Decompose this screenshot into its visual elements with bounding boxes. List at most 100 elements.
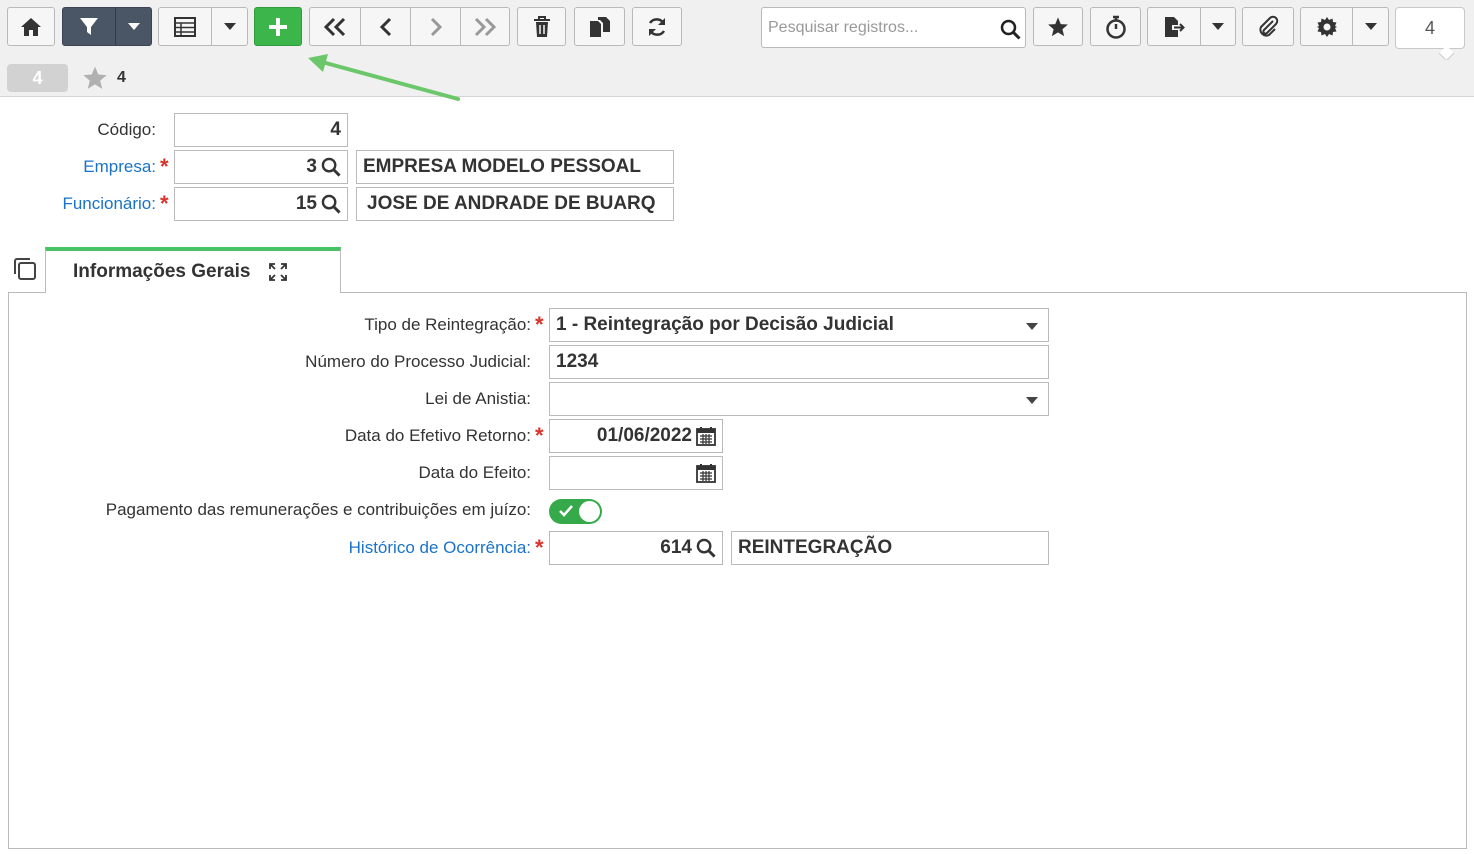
filter-icon: [80, 17, 98, 35]
gear-icon: [1316, 16, 1337, 37]
codigo-label: Código:: [97, 120, 156, 139]
tabs-menu-icon[interactable]: [13, 257, 37, 281]
export-button[interactable]: [1148, 8, 1200, 45]
favorite-label: 4: [117, 69, 126, 86]
numero-processo-label: Número do Processo Judicial:: [305, 352, 531, 371]
empresa-code-field[interactable]: 3: [174, 150, 348, 184]
grid-view-button[interactable]: [159, 8, 211, 45]
stopwatch-icon: [1105, 15, 1126, 39]
attach-button[interactable]: [1242, 7, 1294, 46]
settings-button-group: [1300, 7, 1389, 46]
data-retorno-label: Data do Efetivo Retorno:: [344, 426, 531, 445]
table-icon: [174, 16, 196, 37]
historico-label[interactable]: Histórico de Ocorrência:: [60, 538, 531, 558]
filter-dropdown-button[interactable]: [116, 8, 151, 45]
favorite-record[interactable]: 4: [82, 64, 126, 92]
caret-down-icon: [223, 22, 236, 30]
lei-anistia-select[interactable]: [549, 382, 1049, 416]
calendar-icon[interactable]: [696, 426, 716, 446]
toolbar: 4: [0, 0, 1474, 62]
required-marker: *: [535, 312, 544, 337]
favorite-button[interactable]: [1033, 7, 1083, 46]
tipo-reintegracao-value: 1 - Reintegração por Decisão Judicial: [556, 314, 894, 335]
pagamento-label: Pagamento das remunerações e contribuiçõ…: [105, 500, 531, 519]
delete-button[interactable]: [517, 7, 566, 46]
caret-down-icon: [1212, 22, 1224, 30]
next-record-button[interactable]: [411, 8, 460, 45]
funcionario-description: JOSE DE ANDRADE DE BUARQ: [356, 187, 674, 221]
first-record-button[interactable]: [310, 8, 360, 45]
last-record-button[interactable]: [461, 8, 509, 45]
export-icon: [1165, 16, 1185, 37]
historico-description-text: REINTEGRAÇÃO: [738, 537, 893, 558]
codigo-field[interactable]: 4: [174, 113, 348, 147]
search-icon[interactable]: [1000, 19, 1021, 40]
tipo-reintegracao-select[interactable]: 1 - Reintegração por Decisão Judicial: [549, 308, 1049, 342]
grid-dropdown-button[interactable]: [212, 8, 247, 45]
historico-code-field[interactable]: 614: [549, 531, 723, 565]
empresa-description-text: EMPRESA MODELO PESSOAL: [363, 156, 641, 177]
historico-description: REINTEGRAÇÃO: [731, 531, 1049, 565]
funcionario-label[interactable]: Funcionário:: [20, 194, 156, 214]
check-icon: [559, 505, 573, 517]
plus-icon: [269, 17, 287, 36]
required-marker: *: [160, 154, 169, 179]
trash-icon: [533, 15, 550, 37]
caret-down-icon: [127, 22, 140, 30]
previous-record-button[interactable]: [361, 8, 410, 45]
historico-code: 614: [660, 537, 692, 558]
data-efeito-label: Data do Efeito:: [418, 463, 531, 482]
empresa-code: 3: [306, 156, 317, 177]
lei-anistia-label: Lei de Anistia:: [425, 389, 531, 408]
search-input[interactable]: [768, 8, 993, 47]
grid-button-group: [158, 7, 248, 46]
tab-label: Informações Gerais: [73, 261, 251, 282]
refresh-button[interactable]: [632, 7, 682, 46]
search-icon[interactable]: [321, 157, 341, 177]
data-retorno-input[interactable]: 01/06/2022: [549, 419, 723, 453]
copy-icon: [589, 16, 610, 37]
star-icon: [83, 66, 107, 89]
data-efeito-input[interactable]: [549, 456, 723, 490]
chevron-left-icon: [379, 17, 391, 36]
toggle-knob: [579, 501, 600, 522]
export-dropdown-button[interactable]: [1201, 8, 1235, 45]
filter-button[interactable]: [63, 8, 115, 45]
required-marker: *: [535, 423, 544, 448]
home-button[interactable]: [7, 7, 55, 46]
chevron-right-icon: [430, 17, 442, 36]
numero-processo-value: 1234: [556, 351, 599, 372]
settings-dropdown-button[interactable]: [1353, 8, 1388, 45]
calendar-icon[interactable]: [696, 463, 716, 483]
record-tab-bar: [0, 60, 1474, 97]
tipo-reintegracao-label: Tipo de Reintegração:: [364, 315, 531, 334]
settings-button[interactable]: [1301, 8, 1352, 45]
data-retorno-value: 01/06/2022: [596, 425, 692, 446]
funcionario-description-text: JOSE DE ANDRADE DE BUARQ: [367, 193, 656, 214]
required-marker: *: [160, 191, 169, 216]
navigation-button-group: [309, 7, 510, 46]
star-icon: [1048, 16, 1068, 36]
add-button[interactable]: [254, 7, 302, 46]
record-counter[interactable]: 4: [1395, 7, 1465, 49]
funcionario-code: 15: [295, 193, 317, 214]
caret-down-icon: [1364, 22, 1377, 30]
empresa-label[interactable]: Empresa:: [20, 157, 156, 177]
export-button-group: [1147, 7, 1236, 46]
required-marker: *: [535, 535, 544, 560]
timer-button[interactable]: [1090, 7, 1141, 46]
numero-processo-input[interactable]: 1234: [549, 345, 1049, 379]
double-chevron-left-icon: [323, 17, 346, 36]
search-box: [761, 7, 1026, 48]
record-badge[interactable]: 4: [7, 64, 68, 92]
search-icon[interactable]: [321, 194, 341, 214]
double-chevron-right-icon: [474, 17, 497, 36]
copy-button[interactable]: [574, 7, 625, 46]
codigo-value: 4: [330, 119, 341, 140]
tab-informacoes-gerais[interactable]: Informações Gerais: [45, 247, 341, 293]
expand-icon[interactable]: [268, 262, 288, 282]
pagamento-toggle[interactable]: [549, 499, 602, 524]
refresh-icon: [648, 17, 666, 36]
funcionario-code-field[interactable]: 15: [174, 187, 348, 221]
search-icon[interactable]: [696, 538, 716, 558]
